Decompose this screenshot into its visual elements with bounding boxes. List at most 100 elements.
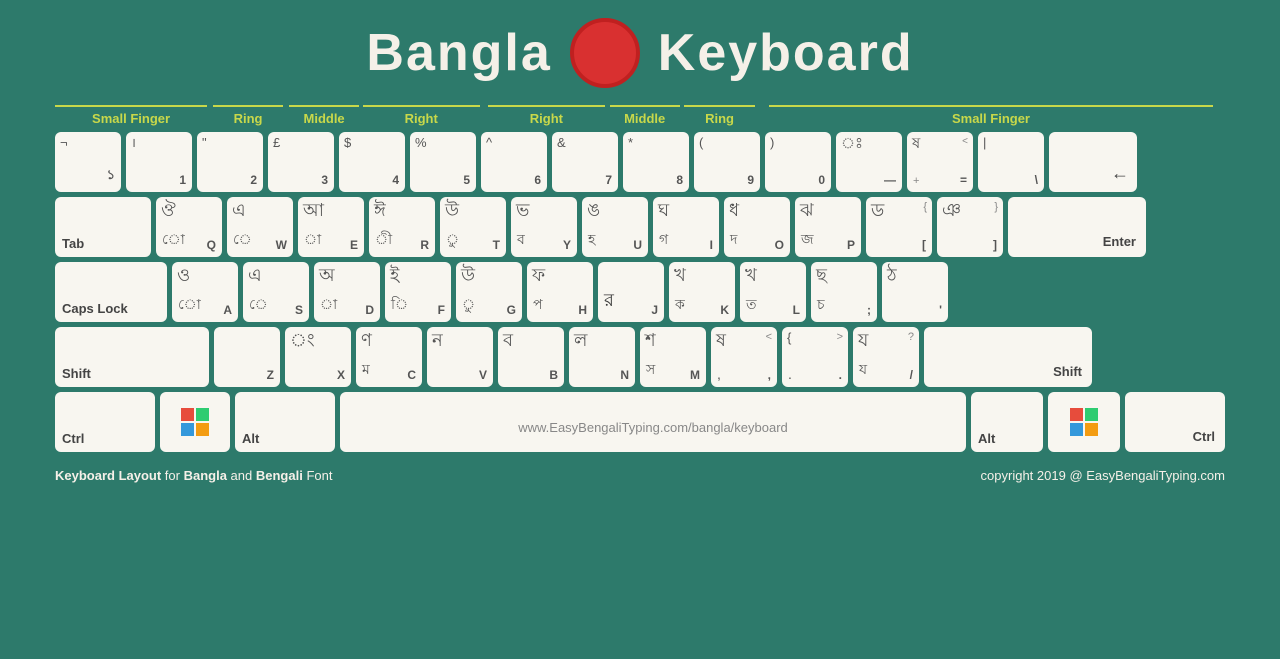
key-slash[interactable]: য ? য / bbox=[853, 327, 919, 387]
key-q[interactable]: ঔ ো Q bbox=[156, 197, 222, 257]
key-equals-tr: < bbox=[962, 137, 968, 147]
key-shift-left[interactable]: Shift bbox=[55, 327, 209, 387]
key-d[interactable]: অ া D bbox=[314, 262, 380, 322]
key-enter[interactable]: Enter bbox=[1008, 197, 1146, 257]
key-i-bn: ঘ bbox=[658, 201, 714, 219]
key-2[interactable]: " 2 bbox=[197, 132, 263, 192]
bangladesh-flag bbox=[570, 18, 640, 88]
key-tab[interactable]: Tab bbox=[55, 197, 151, 257]
key-period-tr: > bbox=[837, 332, 843, 343]
key-equals[interactable]: ষ < = + bbox=[907, 132, 973, 192]
key-8-bottom: 8 bbox=[676, 173, 683, 187]
key-ctrl-right[interactable]: Ctrl bbox=[1125, 392, 1225, 452]
key-i[interactable]: ঘ গ I bbox=[653, 197, 719, 257]
windows-logo-left bbox=[165, 400, 225, 444]
key-n[interactable]: ল N bbox=[569, 327, 635, 387]
caps-label: Caps Lock bbox=[62, 301, 128, 316]
key-x[interactable]: ং X bbox=[285, 327, 351, 387]
key-w-latin: W bbox=[276, 238, 287, 252]
key-n-bn: ল bbox=[574, 331, 630, 349]
key-7[interactable]: & 7 bbox=[552, 132, 618, 192]
key-c[interactable]: ণ ম C bbox=[356, 327, 422, 387]
asdf-row: Caps Lock ও ো A এ ে S অ া D ই ি F উ ু bbox=[55, 262, 1225, 322]
key-w-bn: এ bbox=[232, 201, 288, 219]
key-alt-left[interactable]: Alt bbox=[235, 392, 335, 452]
key-l[interactable]: খ ত L bbox=[740, 262, 806, 322]
key-m[interactable]: শ স M bbox=[640, 327, 706, 387]
key-lbracket-bottom: [ bbox=[922, 238, 926, 252]
key-t[interactable]: উ ু T bbox=[440, 197, 506, 257]
key-d-bn: অ bbox=[319, 266, 375, 284]
footer-left: Keyboard Layout for Bangla and Bengali F… bbox=[55, 468, 332, 483]
key-a[interactable]: ও ো A bbox=[172, 262, 238, 322]
finger-label-ring-right: Ring bbox=[684, 105, 754, 126]
key-3[interactable]: £ 3 bbox=[268, 132, 334, 192]
key-h[interactable]: ফ প H bbox=[527, 262, 593, 322]
key-capslock[interactable]: Caps Lock bbox=[55, 262, 167, 322]
key-i-latin: I bbox=[710, 238, 713, 252]
key-9-top: ( bbox=[699, 136, 755, 149]
key-g-bn: উ bbox=[461, 266, 517, 284]
shift-left-label: Shift bbox=[62, 366, 91, 381]
key-5[interactable]: % 5 bbox=[410, 132, 476, 192]
key-backslash-left[interactable]: | \ bbox=[978, 132, 1044, 192]
key-r-latin: R bbox=[420, 238, 429, 252]
key-semi-bottom: ; bbox=[867, 303, 871, 317]
key-semicolon[interactable]: ছ চ ; bbox=[811, 262, 877, 322]
key-9-bottom: 9 bbox=[747, 173, 754, 187]
key-9[interactable]: ( 9 bbox=[694, 132, 760, 192]
key-rbracket[interactable]: ঞ } ] bbox=[937, 197, 1003, 257]
key-s-latin: S bbox=[295, 303, 303, 317]
key-p-bn: ঝ bbox=[800, 201, 856, 219]
key-j[interactable]: র J bbox=[598, 262, 664, 322]
key-p[interactable]: ঝ জ P bbox=[795, 197, 861, 257]
key-minus[interactable]: ঃ — bbox=[836, 132, 902, 192]
key-shift-right[interactable]: Shift bbox=[924, 327, 1092, 387]
enter-label: Enter bbox=[1103, 234, 1136, 249]
key-win-right[interactable] bbox=[1048, 392, 1120, 452]
key-win-left[interactable] bbox=[160, 392, 230, 452]
key-alt-right[interactable]: Alt bbox=[971, 392, 1043, 452]
key-g[interactable]: উ ু G bbox=[456, 262, 522, 322]
key-period[interactable]: { > . . bbox=[782, 327, 848, 387]
key-y[interactable]: ভ ব Y bbox=[511, 197, 577, 257]
key-f[interactable]: ই ি F bbox=[385, 262, 451, 322]
key-s[interactable]: এ ে S bbox=[243, 262, 309, 322]
key-z[interactable]: Z bbox=[214, 327, 280, 387]
key-quote[interactable]: ঠ ' bbox=[882, 262, 948, 322]
key-comma[interactable]: ষ < , , bbox=[711, 327, 777, 387]
key-y-latin: Y bbox=[563, 238, 571, 252]
key-b[interactable]: ব B bbox=[498, 327, 564, 387]
key-period-bottom: . bbox=[839, 368, 842, 382]
footer: Keyboard Layout for Bangla and Bengali F… bbox=[0, 458, 1280, 483]
key-lbracket[interactable]: ড { [ bbox=[866, 197, 932, 257]
key-comma-bn: ষ bbox=[716, 331, 772, 349]
key-8[interactable]: * 8 bbox=[623, 132, 689, 192]
key-4[interactable]: $ 4 bbox=[339, 132, 405, 192]
key-k[interactable]: খ ক K bbox=[669, 262, 735, 322]
key-u[interactable]: ঙ হ U bbox=[582, 197, 648, 257]
key-e[interactable]: আ া E bbox=[298, 197, 364, 257]
finger-label-right-left: Right bbox=[363, 105, 480, 126]
key-ctrl-left[interactable]: Ctrl bbox=[55, 392, 155, 452]
key-o[interactable]: ধ দ O bbox=[724, 197, 790, 257]
key-space[interactable]: www.EasyBengaliTyping.com/bangla/keyboar… bbox=[340, 392, 966, 452]
key-y-bn: ভ bbox=[516, 201, 572, 219]
key-o-latin: O bbox=[775, 238, 784, 252]
key-minus-bottom: — bbox=[884, 173, 896, 187]
finger-labels-row: Small Finger Ring Middle Right Right Mid… bbox=[55, 98, 1225, 130]
key-g-latin: G bbox=[507, 303, 516, 317]
backspace-arrow-icon: ← bbox=[1111, 163, 1129, 184]
key-r[interactable]: ঈ ী R bbox=[369, 197, 435, 257]
ctrl-right-label: Ctrl bbox=[1193, 429, 1215, 444]
key-v[interactable]: ন V bbox=[427, 327, 493, 387]
key-0[interactable]: ) 0 bbox=[765, 132, 831, 192]
key-backtick[interactable]: ¬ ১ bbox=[55, 132, 121, 192]
key-w[interactable]: এ ে W bbox=[227, 197, 293, 257]
key-equals-top: ষ bbox=[912, 136, 968, 151]
key-1[interactable]: । 1 bbox=[126, 132, 192, 192]
key-7-bottom: 7 bbox=[605, 173, 612, 187]
key-equals-bottom: = bbox=[960, 173, 967, 187]
key-6[interactable]: ^ 6 bbox=[481, 132, 547, 192]
key-backspace[interactable]: ← bbox=[1049, 132, 1137, 192]
